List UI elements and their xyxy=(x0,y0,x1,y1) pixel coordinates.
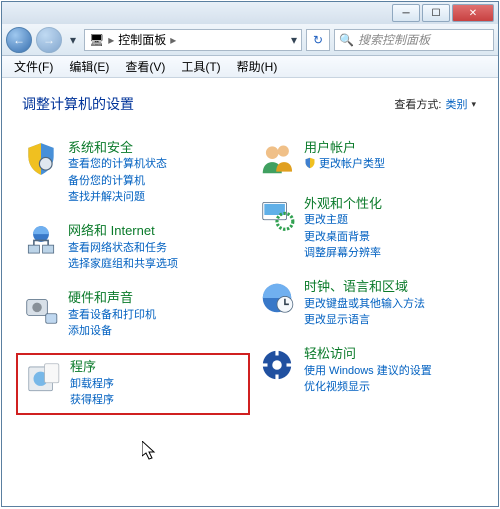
category-item: 硬件和声音查看设备和打印机添加设备 xyxy=(22,290,244,339)
close-button[interactable]: ✕ xyxy=(452,4,494,22)
category-item: 时钟、语言和区域更改键盘或其他输入方法更改显示语言 xyxy=(258,279,480,328)
category-sublink[interactable]: 卸载程序 xyxy=(70,377,114,392)
category-item: 用户帐户 更改帐户类型 xyxy=(258,140,480,178)
search-placeholder: 搜索控制面板 xyxy=(358,31,430,48)
window-frame: ─ ☐ ✕ ← → ▾ 🖥 ▸ 控制面板 ▸ ▾ ↻ 🔍 搜索控制面板 文件(F… xyxy=(1,1,499,507)
category-text: 系统和安全查看您的计算机状态备份您的计算机查找并解决问题 xyxy=(68,140,167,205)
category-sublink[interactable]: 备份您的计算机 xyxy=(68,174,167,189)
category-sublink[interactable]: 使用 Windows 建议的设置 xyxy=(304,364,432,379)
category-item: 外观和个性化更改主题更改桌面背景调整屏幕分辨率 xyxy=(258,196,480,261)
breadcrumb-current[interactable]: 控制面板 xyxy=(118,31,166,48)
history-dropdown[interactable]: ▾ xyxy=(66,30,80,50)
nav-bar: ← → ▾ 🖥 ▸ 控制面板 ▸ ▾ ↻ 🔍 搜索控制面板 xyxy=(2,24,498,56)
category-sublink[interactable]: 查看设备和打印机 xyxy=(68,308,156,323)
menu-item[interactable]: 查看(V) xyxy=(119,56,171,77)
category-sublink[interactable]: 选择家庭组和共享选项 xyxy=(68,257,178,272)
breadcrumb-after[interactable]: ▸ xyxy=(170,33,176,47)
menu-item[interactable]: 工具(T) xyxy=(175,56,226,77)
category-text: 轻松访问使用 Windows 建议的设置优化视频显示 xyxy=(304,346,432,395)
left-column: 系统和安全查看您的计算机状态备份您的计算机查找并解决问题网络和 Internet… xyxy=(22,140,244,411)
category-text: 用户帐户 更改帐户类型 xyxy=(304,140,385,178)
category-text: 网络和 Internet 查看网络状态和任务选择家庭组和共享选项 xyxy=(68,223,178,272)
breadcrumb-sep[interactable]: ▸ xyxy=(108,33,114,47)
category-title[interactable]: 系统和安全 xyxy=(68,140,167,156)
category-sublink[interactable]: 更改帐户类型 xyxy=(304,157,385,172)
category-sublink[interactable]: 更改显示语言 xyxy=(304,313,425,328)
category-title[interactable]: 时钟、语言和区域 xyxy=(304,279,425,295)
view-dropdown-icon[interactable]: ▾ xyxy=(471,99,476,110)
view-by: 查看方式: 类别 ▾ xyxy=(394,96,476,112)
category-icon xyxy=(258,140,296,178)
category-item: 程序卸载程序获得程序 xyxy=(16,353,250,414)
search-input[interactable]: 🔍 搜索控制面板 xyxy=(334,29,494,51)
view-label: 查看方式: xyxy=(394,96,441,112)
category-title[interactable]: 用户帐户 xyxy=(304,140,385,156)
category-icon xyxy=(258,346,296,384)
category-text: 时钟、语言和区域更改键盘或其他输入方法更改显示语言 xyxy=(304,279,425,328)
category-title[interactable]: 轻松访问 xyxy=(304,346,432,362)
category-sublink[interactable]: 查找并解决问题 xyxy=(68,190,167,205)
address-bar[interactable]: 🖥 ▸ 控制面板 ▸ ▾ xyxy=(84,29,302,51)
address-dropdown[interactable]: ▾ xyxy=(291,33,297,47)
category-sublink[interactable]: 查看网络状态和任务 xyxy=(68,241,178,256)
menu-item[interactable]: 帮助(H) xyxy=(231,56,284,77)
category-sublink[interactable]: 更改桌面背景 xyxy=(304,230,382,245)
category-icon xyxy=(258,196,296,234)
category-text: 外观和个性化更改主题更改桌面背景调整屏幕分辨率 xyxy=(304,196,382,261)
category-item: 轻松访问使用 Windows 建议的设置优化视频显示 xyxy=(258,346,480,395)
category-title[interactable]: 外观和个性化 xyxy=(304,196,382,212)
menu-item[interactable]: 文件(F) xyxy=(8,56,59,77)
category-icon xyxy=(22,140,60,178)
category-sublink[interactable]: 更改主题 xyxy=(304,213,382,228)
menu-bar: 文件(F)编辑(E)查看(V)工具(T)帮助(H) xyxy=(2,56,498,78)
view-value[interactable]: 类别 xyxy=(445,96,467,112)
category-title[interactable]: 网络和 Internet xyxy=(68,223,178,239)
category-icon xyxy=(24,359,62,397)
category-item: 系统和安全查看您的计算机状态备份您的计算机查找并解决问题 xyxy=(22,140,244,205)
category-title[interactable]: 硬件和声音 xyxy=(68,290,156,306)
category-sublink[interactable]: 获得程序 xyxy=(70,393,114,408)
mouse-cursor-icon xyxy=(142,441,160,463)
category-text: 程序卸载程序获得程序 xyxy=(70,359,114,408)
refresh-button[interactable]: ↻ xyxy=(306,29,330,51)
menu-item[interactable]: 编辑(E) xyxy=(63,56,115,77)
category-sublink[interactable]: 添加设备 xyxy=(68,324,156,339)
category-sublink[interactable]: 优化视频显示 xyxy=(304,380,432,395)
category-text: 硬件和声音查看设备和打印机添加设备 xyxy=(68,290,156,339)
category-icon xyxy=(22,223,60,261)
category-sublink[interactable]: 更改键盘或其他输入方法 xyxy=(304,297,425,312)
minimize-button[interactable]: ─ xyxy=(392,4,420,22)
content-area: 调整计算机的设置 查看方式: 类别 ▾ 系统和安全查看您的计算机状态备份您的计算… xyxy=(2,78,498,506)
address-root-icon: 🖥 xyxy=(89,33,104,47)
search-icon: 🔍 xyxy=(339,33,354,47)
category-sublink[interactable]: 查看您的计算机状态 xyxy=(68,157,167,172)
category-icon xyxy=(258,279,296,317)
right-column: 用户帐户 更改帐户类型外观和个性化更改主题更改桌面背景调整屏幕分辨率时钟、语言和… xyxy=(258,140,480,411)
category-item: 网络和 Internet 查看网络状态和任务选择家庭组和共享选项 xyxy=(22,223,244,272)
maximize-button[interactable]: ☐ xyxy=(422,4,450,22)
forward-button[interactable]: → xyxy=(36,27,62,53)
category-sublink[interactable]: 调整屏幕分辨率 xyxy=(304,246,382,261)
category-title[interactable]: 程序 xyxy=(70,359,114,375)
category-icon xyxy=(22,290,60,328)
title-bar: ─ ☐ ✕ xyxy=(2,2,498,24)
back-button[interactable]: ← xyxy=(6,27,32,53)
